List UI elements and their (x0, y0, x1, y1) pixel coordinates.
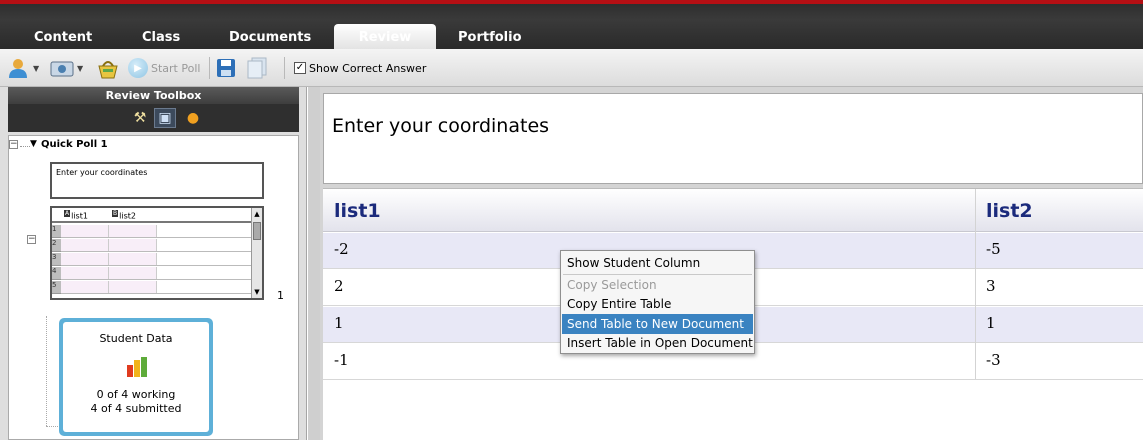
screen-capture-button[interactable]: ▼ (50, 56, 83, 80)
students-icon[interactable]: ● (182, 108, 204, 128)
accent-stripe (0, 0, 1143, 4)
question-thumbnail[interactable]: Enter your coordinates (50, 162, 264, 199)
thumbnail-row (61, 225, 251, 238)
save-button[interactable] (216, 56, 236, 80)
poll-label[interactable]: Quick Poll 1 (41, 139, 108, 150)
thumbnail-row-number: 3 (52, 253, 61, 266)
menu-item-copy-selection: Copy Selection (567, 278, 657, 292)
thumbnail-row-number: 1 (52, 225, 61, 238)
tools-icon[interactable]: ⚒ (129, 108, 151, 128)
tab-portfolio[interactable]: Portfolio (454, 24, 526, 49)
page-sorter-icon[interactable]: ▣ (154, 108, 176, 128)
save-icon (217, 59, 235, 77)
menu-item-send-table-to-new-document[interactable]: Send Table to New Document (562, 314, 753, 334)
thumbnail-row-number: 4 (52, 267, 61, 280)
table-cell: -2 (334, 240, 349, 258)
table-cell: 2 (334, 277, 344, 295)
thumbnail-header: Alist1 Blist2 (52, 208, 262, 223)
thumbnail-row (61, 239, 251, 252)
thumbnail-column-header: Blist2 (112, 210, 136, 221)
thumbnail-column-header: Alist1 (64, 210, 88, 221)
student-icon (9, 59, 27, 78)
column-letter: A (64, 210, 71, 217)
question-panel: Enter your coordinates (323, 93, 1143, 184)
column-header-list1[interactable]: list1 (334, 200, 381, 222)
student-data-title: Student Data (99, 332, 173, 345)
tree-connector (20, 146, 30, 147)
chevron-down-icon: ▼ (77, 63, 84, 73)
table-cell: -1 (334, 351, 349, 369)
send-to-class-button[interactable] (96, 56, 120, 80)
submitted-count: 4 of 4 submitted (90, 402, 182, 415)
student-menu-button[interactable]: ▼ (6, 56, 39, 80)
scroll-up-icon[interactable]: ▲ (252, 210, 262, 218)
copy-documents-button[interactable] (246, 56, 268, 80)
thumbnail-row-number: 2 (52, 239, 61, 252)
question-thumbnail-text: Enter your coordinates (56, 168, 148, 177)
tab-content[interactable]: Content (30, 24, 96, 49)
toolbar-divider (284, 57, 285, 79)
column-name: list2 (119, 211, 136, 221)
menu-item-show-student-column[interactable]: Show Student Column (562, 253, 753, 273)
poll-tree: − ▼ Quick Poll 1 Enter your coordinates … (8, 135, 299, 440)
context-menu: Show Student Column Copy Selection Copy … (560, 250, 755, 354)
start-poll-button[interactable]: ▶ Start Poll (128, 56, 200, 80)
toolbar-divider (209, 57, 210, 79)
toolbox-title: Review Toolbox (8, 87, 299, 104)
table-header: list1 list2 (323, 189, 1143, 232)
table-cell: 1 (986, 314, 996, 332)
chevron-down-icon: ▼ (33, 63, 40, 73)
student-data-card-body: Student Data 0 of 4 working 4 of 4 submi… (63, 322, 209, 432)
table-cell: 1 (334, 314, 344, 332)
table-thumbnail[interactable]: Alist1 Blist2 1 2 3 4 5 ▲ ▼ (50, 206, 264, 300)
scroll-down-icon[interactable]: ▼ (252, 288, 262, 296)
working-count: 0 of 4 working (96, 388, 176, 401)
question-text: Enter your coordinates (332, 115, 550, 137)
top-tab-bar: Content Class Documents Review Portfolio (0, 0, 1143, 49)
triangle-down-icon[interactable]: ▼ (30, 139, 37, 149)
tab-review[interactable]: Review (334, 24, 436, 49)
tab-documents[interactable]: Documents (225, 24, 315, 49)
play-icon: ▶ (128, 58, 148, 78)
basket-icon (98, 61, 118, 79)
show-correct-answer-toggle[interactable]: ✓ Show Correct Answer (294, 56, 426, 80)
thumbnail-row (61, 253, 251, 266)
collapse-icon[interactable]: − (9, 140, 18, 149)
table-cell: 3 (986, 277, 996, 295)
documents-icon (247, 57, 267, 79)
table-cell: -5 (986, 240, 1001, 258)
thumbnail-scrollbar[interactable]: ▲ ▼ (251, 208, 262, 298)
splitter[interactable] (308, 87, 320, 440)
column-name: list1 (71, 211, 88, 221)
checkbox[interactable]: ✓ (294, 62, 306, 74)
start-poll-label: Start Poll (151, 61, 201, 75)
column-divider (975, 189, 976, 379)
scroll-thumb[interactable] (253, 222, 261, 240)
bar-chart-icon (127, 357, 147, 377)
column-letter: B (112, 210, 119, 217)
toolbar: ▼ ▼ ▶ Start Poll ✓ Show Correct Answer (0, 49, 1143, 87)
column-header-list2[interactable]: list2 (986, 200, 1033, 222)
tree-connector (46, 426, 58, 427)
menu-item-copy-entire-table[interactable]: Copy Entire Table (562, 294, 753, 314)
review-toolbox: Review Toolbox ⚒ ▣ ● − ▼ Quick Poll 1 En… (0, 87, 307, 440)
camera-icon (50, 61, 74, 77)
tree-connector (46, 316, 47, 426)
show-correct-answer-label: Show Correct Answer (309, 61, 427, 75)
thumbnail-row-number: 5 (52, 281, 61, 294)
tab-class[interactable]: Class (138, 24, 184, 49)
collapse-icon[interactable]: − (27, 235, 36, 244)
student-data-card[interactable]: Student Data 0 of 4 working 4 of 4 submi… (59, 318, 213, 436)
toolbox-icon-bar: ⚒ ▣ ● (8, 104, 299, 132)
thumbnail-row (61, 281, 251, 294)
page-number: 1 (277, 289, 284, 302)
thumbnail-row (61, 267, 251, 280)
menu-item-insert-table-in-open-document[interactable]: Insert Table in Open Document (562, 333, 753, 353)
table-cell: -3 (986, 351, 1001, 369)
